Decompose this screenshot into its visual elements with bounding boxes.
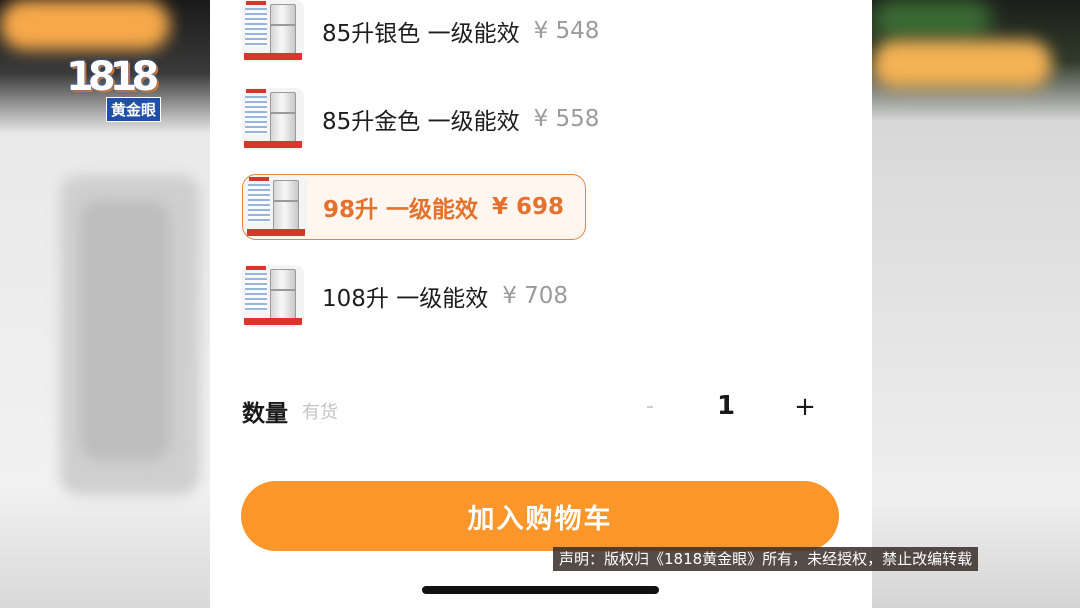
channel-logo: 1818 黄金眼 [66,57,166,123]
quantity-increase-button[interactable]: + [793,392,817,422]
background-blur-button [872,40,1052,88]
quantity-value[interactable]: 1 [710,391,742,421]
option-label: 85升银色 一级能效 [322,21,520,47]
fridge-thumbnail [245,176,307,238]
option-85l-silver[interactable]: 85升银色 一级能效 ¥ 548 [242,0,599,62]
option-price: ¥ 548 [533,18,600,44]
product-option-sheet: 85升银色 一级能效 ¥ 548 85升金色 一级能效 ¥ 558 98升 一级… [210,0,872,608]
quantity-decrease-button[interactable]: - [640,394,660,419]
background-blur-button [0,0,170,50]
background-blur-shape [872,0,992,40]
option-price: ¥ 708 [502,283,569,309]
option-108l[interactable]: 108升 一级能效 ¥ 708 [242,265,568,327]
fridge-thumbnail [242,265,304,327]
option-85l-gold[interactable]: 85升金色 一级能效 ¥ 558 [242,88,599,150]
home-indicator[interactable] [422,586,659,594]
stock-status: 有货 [302,402,338,423]
background-blur-card [80,200,170,460]
logo-tag: 黄金眼 [106,97,162,122]
option-98l-selected[interactable]: 98升 一级能效 ¥ 698 [242,174,586,240]
add-to-cart-button[interactable]: 加入购物车 [241,481,839,551]
option-price: ¥ 558 [533,106,600,132]
logo-number: 1818 [66,54,159,100]
quantity-title: 数量 [242,401,288,427]
fridge-thumbnail [242,88,304,150]
option-label: 98升 一级能效 [323,197,479,223]
fridge-thumbnail [242,0,304,62]
option-price: ¥ 698 [492,194,565,220]
copyright-notice: 声明：版权归《1818黄金眼》所有，未经授权，禁止改编转载 [553,547,979,571]
blurred-background-right [872,0,1080,608]
option-label: 108升 一级能效 [322,286,489,312]
option-label: 85升金色 一级能效 [322,109,520,135]
